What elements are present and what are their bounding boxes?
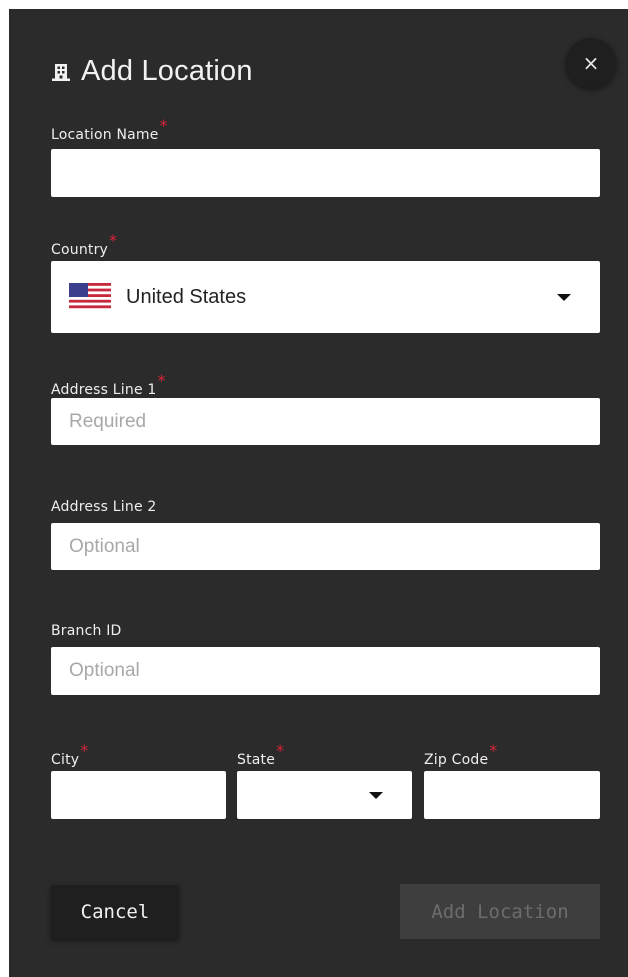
state-label: State* [237,741,285,768]
required-mark: * [80,741,89,760]
chevron-down-icon [369,792,383,799]
add-location-button[interactable]: Add Location [400,884,600,939]
location-name-input[interactable] [51,149,600,197]
city-input[interactable] [51,771,226,819]
dialog-header: Add Location [52,55,253,88]
branch-id-input[interactable] [51,647,600,695]
address-line-2-input[interactable] [51,523,600,570]
required-mark: * [109,231,118,250]
building-icon [52,63,70,81]
dialog-title: Add Location [81,55,253,87]
city-label: City* [51,741,89,768]
address-line-1-label: Address Line 1* [51,371,166,398]
country-select[interactable]: United States [51,261,600,333]
address-line-2-label: Address Line 2 [51,499,157,515]
country-value: United States [126,285,247,308]
zip-code-label: Zip Code* [424,741,498,768]
address-line-1-input[interactable] [51,398,600,445]
required-mark: * [159,116,168,135]
close-button[interactable]: × [566,38,616,88]
country-label: Country* [51,231,118,258]
required-mark: * [276,741,285,760]
required-mark: * [489,741,498,760]
cancel-button[interactable]: Cancel [51,885,179,939]
location-name-label: Location Name* [51,116,168,143]
zip-code-input[interactable] [424,771,600,819]
add-location-dialog: Add Location × Location Name* Country* U… [9,9,628,977]
required-mark: * [157,371,166,390]
close-icon: × [582,51,600,75]
us-flag-icon [69,283,111,311]
branch-id-label: Branch ID [51,623,122,639]
state-select[interactable] [237,771,412,819]
chevron-down-icon [557,294,571,301]
